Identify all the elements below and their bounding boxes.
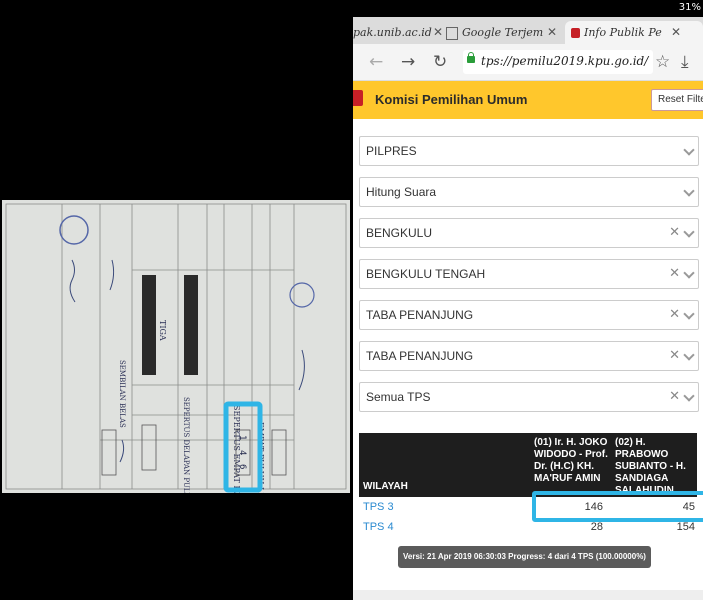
- photo-highlight-box: [223, 401, 263, 493]
- browser-tab-bar: pak.unib.ac.id ✕ Google Terjem ✕ Info Pu…: [353, 17, 703, 44]
- chevron-down-icon: [683, 144, 695, 156]
- digit-6: 6: [237, 464, 247, 469]
- column-header-candidate-01: (01) Ir. H. JOKO WIDODO - Prof. Dr. (H.C…: [534, 437, 608, 484]
- download-icon[interactable]: ⤓: [681, 52, 689, 72]
- page-icon: [446, 26, 458, 40]
- filter-village[interactable]: TABA PENANJUNG ✕: [359, 341, 699, 371]
- digit-1: 1: [237, 435, 247, 440]
- tab-label: Info Publik Pe: [584, 26, 662, 39]
- table-header: WILAYAH (01) Ir. H. JOKO WIDODO - Prof. …: [359, 433, 697, 497]
- votes-01: 28: [590, 521, 603, 533]
- votes-02: 154: [676, 521, 695, 533]
- url-field[interactable]: tps://pemilu2019.kpu.go.id/: [463, 50, 653, 74]
- close-icon[interactable]: ✕: [547, 21, 557, 44]
- status-bar: 31%: [353, 0, 703, 17]
- chevron-down-icon: [683, 308, 695, 320]
- kpu-favicon-icon: [571, 28, 580, 38]
- close-icon[interactable]: ✕: [433, 21, 443, 44]
- kpu-logo-icon: [353, 90, 363, 106]
- filter-province[interactable]: BENGKULU ✕: [359, 218, 699, 248]
- column-header-candidate-02: (02) H. PRABOWO SUBIANTO - H. SANDIAGA S…: [615, 437, 686, 495]
- chevron-down-icon: [683, 267, 695, 279]
- select-value: BENGKULU TENGAH: [366, 267, 486, 281]
- digit-4: 4: [237, 450, 247, 455]
- filter-regency[interactable]: BENGKULU TENGAH ✕: [359, 259, 699, 289]
- battery-level: 31%: [678, 2, 701, 13]
- clear-icon[interactable]: ✕: [669, 388, 680, 404]
- filter-district[interactable]: TABA PENANJUNG ✕: [359, 300, 699, 330]
- kpu-header: Komisi Pemilihan Umum Reset Filte: [353, 81, 703, 119]
- forward-icon[interactable]: →: [401, 52, 415, 72]
- address-bar: ← → ↻ tps://pemilu2019.kpu.go.id/ ☆ ⤓: [353, 44, 703, 81]
- tps-link[interactable]: TPS 3: [363, 501, 394, 513]
- clear-icon[interactable]: ✕: [669, 347, 680, 363]
- clear-icon[interactable]: ✕: [669, 306, 680, 322]
- back-icon[interactable]: ←: [369, 52, 383, 72]
- filter-tps[interactable]: Semua TPS ✕: [359, 382, 699, 412]
- tab-info-publik[interactable]: Info Publik Pe ✕: [565, 21, 703, 44]
- chevron-down-icon: [683, 390, 695, 402]
- form-drawing: SEPERTUS EMPAT PULUH ENAM EMPAT PULUH LI…: [5, 203, 347, 493]
- close-icon[interactable]: ✕: [671, 21, 681, 44]
- tab-label: Google Terjem: [462, 26, 544, 39]
- chevron-down-icon: [683, 185, 695, 197]
- select-value: Semua TPS: [366, 390, 431, 404]
- tab-unib[interactable]: pak.unib.ac.id ✕: [353, 21, 443, 44]
- tab-label: pak.unib.ac.id: [353, 26, 432, 39]
- chevron-down-icon: [683, 226, 695, 238]
- clear-icon[interactable]: ✕: [669, 224, 680, 240]
- filter-mode[interactable]: Hitung Suara: [359, 177, 699, 207]
- tps-link[interactable]: TPS 4: [363, 521, 394, 533]
- handwriting-3: SEPERTUS DELAPAN PULUH ENAM: [182, 397, 190, 493]
- form-paper: SEPERTUS EMPAT PULUH ENAM EMPAT PULUH LI…: [2, 200, 350, 493]
- tab-google-translate[interactable]: Google Terjem ✕: [446, 21, 561, 44]
- reload-icon[interactable]: ↻: [433, 52, 447, 72]
- clear-icon[interactable]: ✕: [669, 265, 680, 281]
- chevron-down-icon: [683, 349, 695, 361]
- lock-icon: [467, 52, 475, 63]
- handwriting-1: SEPERTUS EMPAT PULUH ENAM: [232, 405, 241, 493]
- results-table: WILAYAH (01) Ir. H. JOKO WIDODO - Prof. …: [359, 433, 697, 541]
- table-highlight-box: [532, 491, 703, 522]
- select-value: TABA PENANJUNG: [366, 308, 474, 322]
- reset-filter-button[interactable]: Reset Filte: [651, 89, 703, 111]
- c1-form-photo: SEPERTUS EMPAT PULUH ENAM EMPAT PULUH LI…: [0, 0, 353, 600]
- handwriting-5: SEMBILAN BELAS: [118, 360, 126, 428]
- select-value: Hitung Suara: [366, 185, 437, 199]
- phone-screen: 31% pak.unib.ac.id ✕ Google Terjem ✕ Inf…: [353, 0, 703, 600]
- select-value: BENGKULU: [366, 226, 433, 240]
- page-title: Komisi Pemilihan Umum: [375, 92, 528, 107]
- version-badge: Versi: 21 Apr 2019 06:30:03 Progress: 4 …: [398, 546, 651, 568]
- filter-election-type[interactable]: PILPRES: [359, 136, 699, 166]
- select-value: PILPRES: [366, 144, 417, 158]
- url-text: tps://pemilu2019.kpu.go.id/: [481, 54, 649, 68]
- star-icon[interactable]: ☆: [655, 52, 670, 72]
- page-footer: [353, 590, 703, 600]
- select-value: TABA PENANJUNG: [366, 349, 474, 363]
- handwriting-4: TIGA: [158, 320, 167, 341]
- column-header-wilayah: WILAYAH: [363, 481, 408, 492]
